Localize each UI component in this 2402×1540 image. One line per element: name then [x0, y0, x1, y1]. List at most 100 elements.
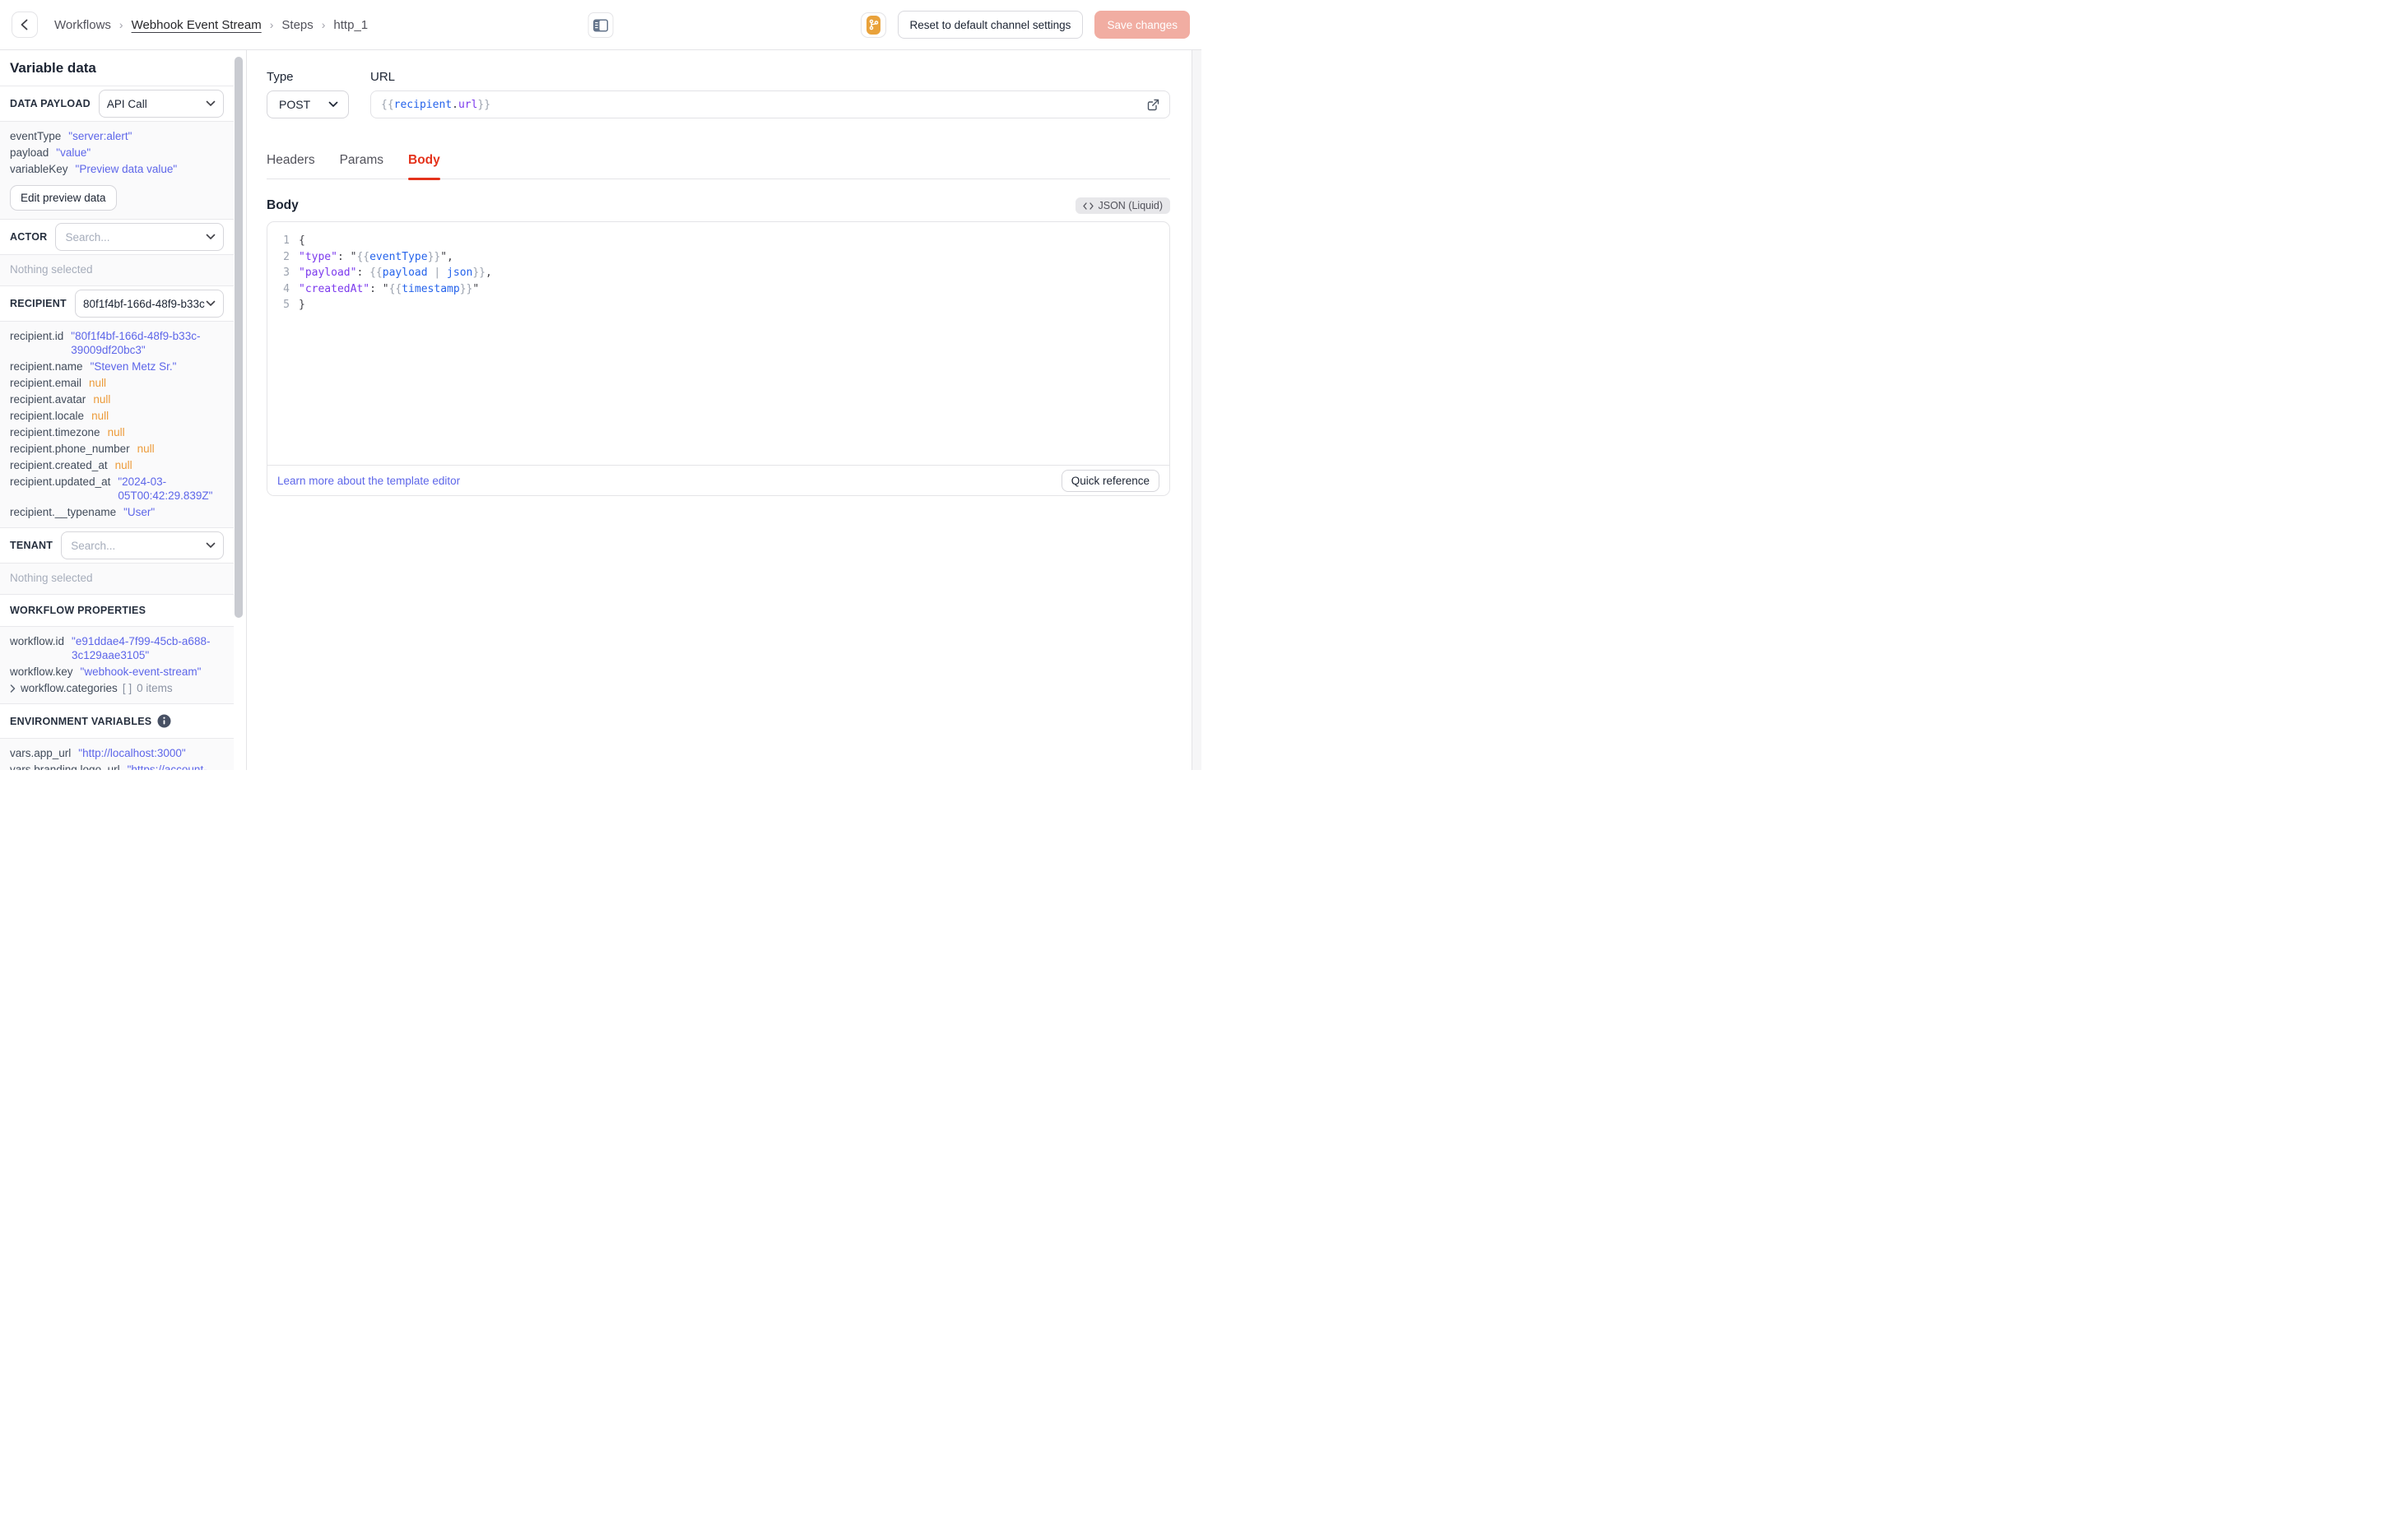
variable-row: recipient.updated_at "2024-03-05T00:42:29…: [10, 475, 224, 503]
variable-value: "value": [56, 146, 91, 159]
chevron-down-icon: [328, 101, 338, 108]
editor-footer: Learn more about the template editor Qui…: [267, 465, 1169, 495]
breadcrumb-item-steps[interactable]: Steps: [281, 18, 313, 32]
chevron-down-icon: [206, 234, 216, 240]
variable-key: recipient.phone_number: [10, 443, 130, 455]
tab-params[interactable]: Params: [340, 153, 383, 179]
main-panel: Type POST URL {{recipient.url}} Headers …: [247, 50, 1201, 770]
data-payload-label: DATA PAYLOAD: [10, 98, 91, 109]
request-config-row: Type POST URL {{recipient.url}}: [267, 70, 1170, 118]
code-text: }: [299, 299, 305, 311]
workflow-categories-row[interactable]: workflow.categories [ ] 0 items: [10, 681, 224, 695]
variable-row: recipient.__typename "User": [10, 505, 224, 519]
chevron-down-icon: [206, 300, 216, 307]
workflow-properties-header: WORKFLOW PROPERTIES: [0, 595, 234, 627]
panel-toggle-button[interactable]: [588, 12, 614, 38]
line-number: 1: [283, 234, 290, 247]
variable-value: "https://account-assets.knock.app/42d161…: [127, 763, 207, 770]
page-content: Variable data DATA PAYLOAD API Call even…: [0, 50, 1201, 770]
variable-value: "Steven Metz Sr.": [90, 360, 177, 373]
breadcrumb: Workflows › Webhook Event Stream › Steps…: [54, 18, 368, 32]
right-panel-edge: [1192, 50, 1201, 770]
code-line[interactable]: 1{: [267, 233, 1169, 249]
variable-value: null: [107, 426, 125, 438]
variable-value: "80f1f4bf-166d-48f9-b33c-39009df20bc3": [71, 330, 201, 356]
request-tabs: Headers Params Body: [267, 153, 1170, 180]
external-link-icon: [1147, 99, 1159, 111]
recipient-label: RECIPIENT: [10, 298, 67, 309]
actor-search-input[interactable]: [63, 230, 206, 244]
app-window: Workflows › Webhook Event Stream › Steps…: [0, 0, 1201, 770]
variable-row: recipient.avatar null: [10, 392, 224, 406]
open-external-button[interactable]: [1147, 99, 1159, 111]
workflow-properties-title: WORKFLOW PROPERTIES: [10, 605, 146, 616]
recipient-row: RECIPIENT 80f1f4bf-166d-48f9-b33c: [0, 286, 234, 322]
variable-row: recipient.id "80f1f4bf-166d-48f9-b33c-390…: [10, 329, 224, 357]
language-badge[interactable]: JSON (Liquid): [1075, 197, 1170, 214]
breadcrumb-item-step-key: http_1: [333, 17, 369, 32]
variable-key: workflow.id: [10, 635, 65, 647]
template-editor-docs-link[interactable]: Learn more about the template editor: [277, 475, 460, 487]
panel-left-icon: [593, 19, 609, 32]
code-editor[interactable]: 1{2 "type": "{{eventType}}", 3 "payload": {…: [267, 222, 1169, 465]
sidebar-title: Variable data: [0, 50, 234, 86]
chevron-down-icon: [206, 542, 216, 549]
variable-key: recipient.created_at: [10, 459, 108, 471]
variable-value: "server:alert": [68, 130, 132, 142]
type-label: Type: [267, 70, 294, 84]
url-input[interactable]: {{recipient.url}}: [370, 90, 1170, 118]
git-branch-icon: [866, 15, 880, 35]
reset-channel-settings-button[interactable]: Reset to default channel settings: [897, 11, 1084, 39]
code-line[interactable]: 4 "createdAt": "{{timestamp}}": [267, 281, 1169, 298]
body-editor-card: 1{2 "type": "{{eventType}}", 3 "payload": {…: [267, 221, 1170, 496]
code-text: "createdAt": "{{timestamp}}": [299, 282, 480, 295]
variable-value: "2024-03-05T00:42:29.839Z": [118, 475, 213, 502]
recipient-select[interactable]: 80f1f4bf-166d-48f9-b33c: [74, 290, 224, 318]
variable-key: vars.branding.logo_url: [10, 763, 120, 770]
body-section-label: Body: [267, 198, 299, 212]
tenant-search-input[interactable]: [69, 538, 206, 553]
tenant-search-select[interactable]: [61, 531, 224, 559]
code-line[interactable]: 3 "payload": {{payload | json}},: [267, 265, 1169, 281]
chevron-right-icon: [10, 684, 16, 693]
topbar: Workflows › Webhook Event Stream › Steps…: [0, 0, 1201, 50]
save-changes-button[interactable]: Save changes: [1094, 11, 1190, 39]
variable-row: recipient.timezone null: [10, 425, 224, 439]
sidebar-scrollbar[interactable]: [235, 57, 243, 618]
tab-body[interactable]: Body: [408, 153, 440, 180]
variable-row: payload "value": [10, 146, 224, 160]
variable-value: null: [89, 377, 107, 389]
variable-value: "e91ddae4-7f99-45cb-a688-3c129aae3105": [72, 635, 211, 661]
recipient-variables-block: recipient.id "80f1f4bf-166d-48f9-b33c-390…: [0, 322, 234, 528]
data-payload-select[interactable]: API Call: [98, 90, 224, 118]
line-number: 2: [283, 250, 290, 263]
commit-button[interactable]: [860, 12, 886, 38]
method-selected-value: POST: [279, 98, 311, 111]
variable-row: eventType "server:alert": [10, 129, 224, 143]
breadcrumb-separator: ›: [118, 18, 123, 31]
breadcrumb-item-workflow-name[interactable]: Webhook Event Stream: [132, 18, 262, 32]
info-icon[interactable]: [157, 714, 171, 728]
method-select[interactable]: POST: [267, 90, 349, 118]
variable-value: null: [93, 393, 111, 406]
tenant-empty-text: Nothing selected: [10, 572, 93, 584]
tab-headers[interactable]: Headers: [267, 153, 315, 179]
variable-row: recipient.email null: [10, 376, 224, 390]
variable-key: workflow.key: [10, 666, 73, 678]
variable-row: recipient.name "Steven Metz Sr.": [10, 359, 224, 373]
variable-value: "Preview data value": [75, 163, 178, 175]
variable-key: recipient.locale: [10, 410, 85, 422]
back-button[interactable]: [12, 12, 38, 38]
code-line[interactable]: 2 "type": "{{eventType}}",: [267, 249, 1169, 266]
quick-reference-button[interactable]: Quick reference: [1061, 469, 1159, 492]
breadcrumb-item-workflows[interactable]: Workflows: [54, 18, 111, 32]
url-field: URL {{recipient.url}}: [370, 70, 1170, 118]
variable-key: recipient.avatar: [10, 393, 86, 406]
code-line[interactable]: 5}: [267, 297, 1169, 313]
variable-data-sidebar: Variable data DATA PAYLOAD API Call even…: [0, 50, 247, 770]
edit-preview-data-button[interactable]: Edit preview data: [10, 185, 117, 211]
data-payload-selected-value: API Call: [106, 97, 147, 110]
variable-row: workflow.id "e91ddae4-7f99-45cb-a688-3c12…: [10, 634, 224, 662]
variable-row: workflow.key "webhook-event-stream": [10, 665, 224, 679]
actor-search-select[interactable]: [55, 223, 224, 251]
